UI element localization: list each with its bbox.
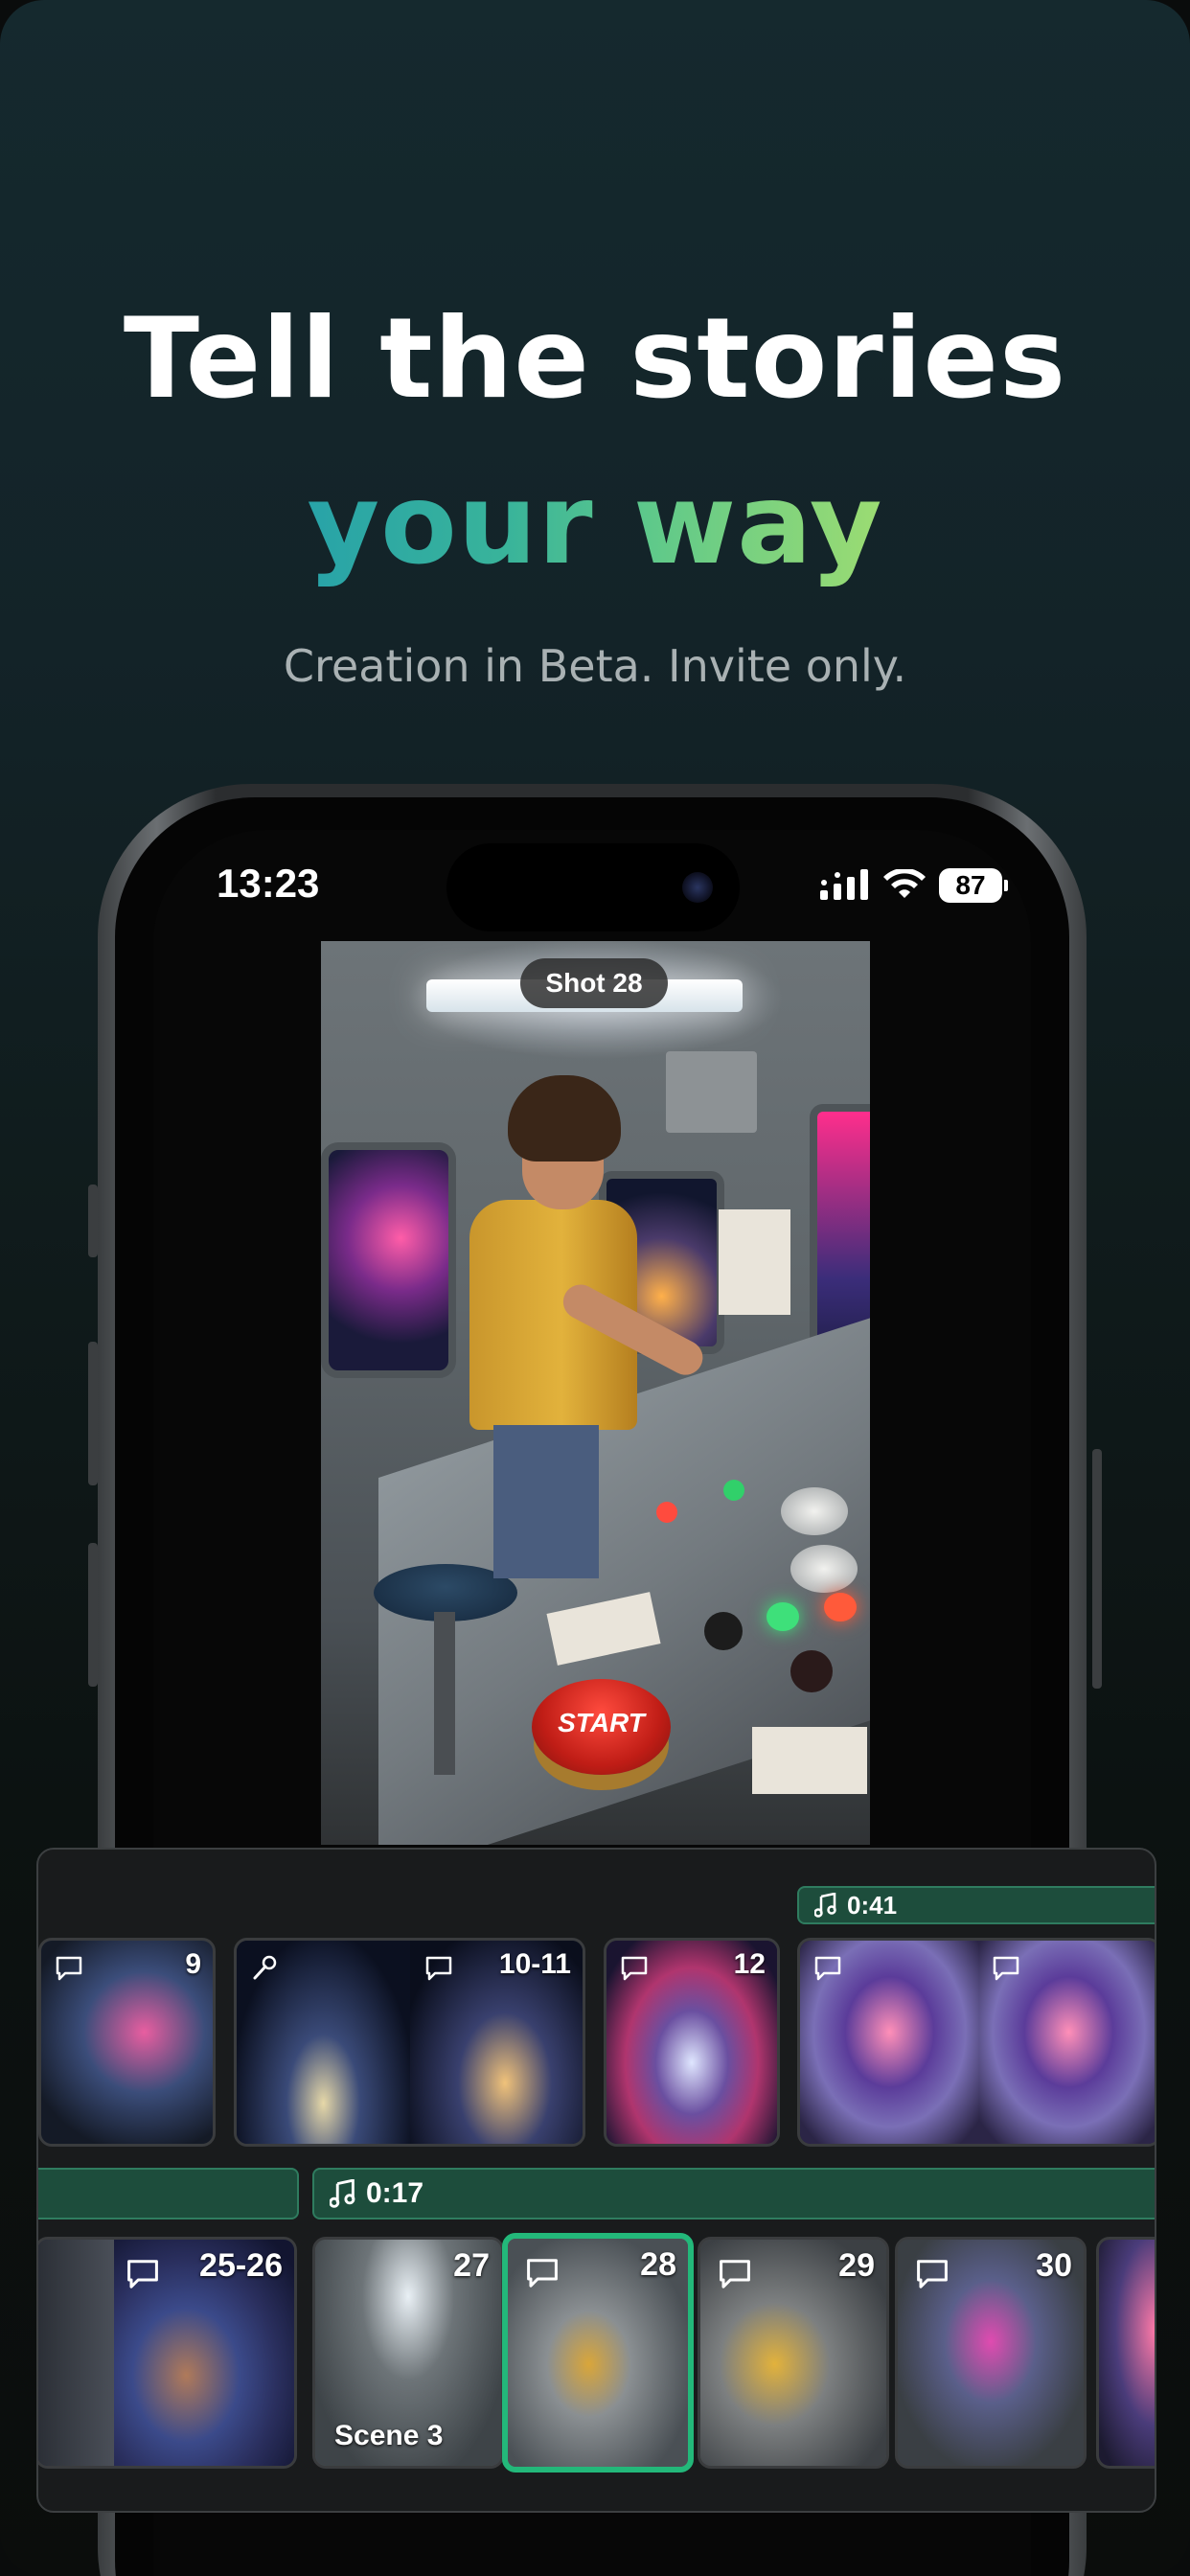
subtitle: Creation in Beta. Invite only. xyxy=(283,640,907,692)
gauge xyxy=(790,1545,858,1593)
knob-green xyxy=(767,1602,799,1631)
front-camera xyxy=(682,872,713,903)
music-note-icon xyxy=(814,1893,836,1918)
notice-paper xyxy=(719,1209,790,1315)
clip-number: 12 xyxy=(733,1948,766,1980)
comment-icon xyxy=(425,1956,452,1981)
status-icons: 87 xyxy=(820,864,1008,907)
clip-number: 27 xyxy=(453,2247,490,2284)
music-note-icon xyxy=(330,2179,355,2208)
timeline-clip[interactable] xyxy=(797,1938,1155,2147)
battery-icon: 87 xyxy=(939,868,1008,903)
timeline-clip[interactable] xyxy=(1096,2237,1155,2469)
phone-volume-down xyxy=(88,1543,98,1687)
comment-icon xyxy=(56,1956,82,1981)
timeline-clip[interactable]: 12 xyxy=(604,1938,780,2147)
comment-icon xyxy=(917,2260,948,2288)
shot-preview-image[interactable]: START xyxy=(321,941,870,1845)
comment-icon xyxy=(527,2259,558,2288)
clip-number: 25-26 xyxy=(199,2247,283,2284)
timeline-clip[interactable]: 10-11 xyxy=(234,1938,585,2147)
timeline-clip[interactable]: 30 xyxy=(895,2237,1087,2469)
stool-leg xyxy=(434,1612,455,1775)
audio-duration: 0:17 xyxy=(366,2177,424,2209)
instruction-paper xyxy=(752,1727,867,1794)
audio-track-row2-prev[interactable] xyxy=(38,2168,299,2220)
timeline-clip[interactable]: 29 xyxy=(698,2237,889,2469)
comment-icon xyxy=(720,2260,750,2288)
timeline-clip[interactable]: 9 xyxy=(38,1938,216,2147)
signal-icon xyxy=(820,869,868,900)
comment-icon xyxy=(814,1956,841,1981)
window-left xyxy=(321,1142,456,1378)
knob-dark xyxy=(790,1650,833,1692)
wifi-icon xyxy=(883,869,926,898)
status-time: 13:23 xyxy=(217,861,320,906)
knob-dark xyxy=(704,1612,743,1650)
headline-line-2: your way xyxy=(0,458,1190,592)
clip-number: 10-11 xyxy=(498,1948,571,1980)
hair xyxy=(508,1075,621,1162)
timeline-clip-selected[interactable]: 28 xyxy=(502,2233,694,2472)
clip-number: 28 xyxy=(640,2246,676,2283)
knob-green xyxy=(723,1480,744,1501)
comment-icon xyxy=(127,2260,158,2288)
timeline-panel: 0:41 9 10-11 12 0:17 25-26 27 Scene 3 28… xyxy=(36,1848,1156,2513)
electrical-box xyxy=(666,1051,757,1133)
phone-volume-up xyxy=(88,1342,98,1485)
knob-red xyxy=(656,1502,677,1523)
jeans xyxy=(493,1425,599,1578)
app-store-screenshot: Tell the stories your way Creation in Be… xyxy=(0,0,1190,2576)
scene-label: Scene 3 xyxy=(334,2420,444,2451)
comment-icon xyxy=(621,1956,648,1981)
audio-track-row1[interactable]: 0:41 xyxy=(797,1886,1155,1924)
clip-number: 9 xyxy=(185,1948,201,1980)
phone-power-button xyxy=(1092,1449,1102,1689)
microphone-icon xyxy=(253,1955,277,1980)
start-button-text: START xyxy=(558,1708,645,1737)
headline-gradient-text: your way xyxy=(307,460,883,589)
comment-icon xyxy=(993,1956,1019,1981)
clip-thumbnail xyxy=(38,2240,115,2466)
clip-number: 30 xyxy=(1036,2247,1072,2284)
headline-line-1: Tell the stories xyxy=(123,294,1067,424)
audio-duration: 0:41 xyxy=(847,1890,898,1920)
audio-track-row2[interactable]: 0:17 xyxy=(312,2168,1155,2220)
phone-side-button xyxy=(88,1184,98,1257)
knob-red xyxy=(824,1593,857,1622)
operator-figure xyxy=(469,1075,709,1578)
timeline-clip[interactable]: 25-26 xyxy=(38,2237,297,2469)
timeline-clip[interactable]: 27 Scene 3 xyxy=(312,2237,504,2469)
gauge xyxy=(781,1487,848,1535)
clip-number: 29 xyxy=(838,2247,875,2284)
shot-label: Shot 28 xyxy=(520,958,668,1008)
